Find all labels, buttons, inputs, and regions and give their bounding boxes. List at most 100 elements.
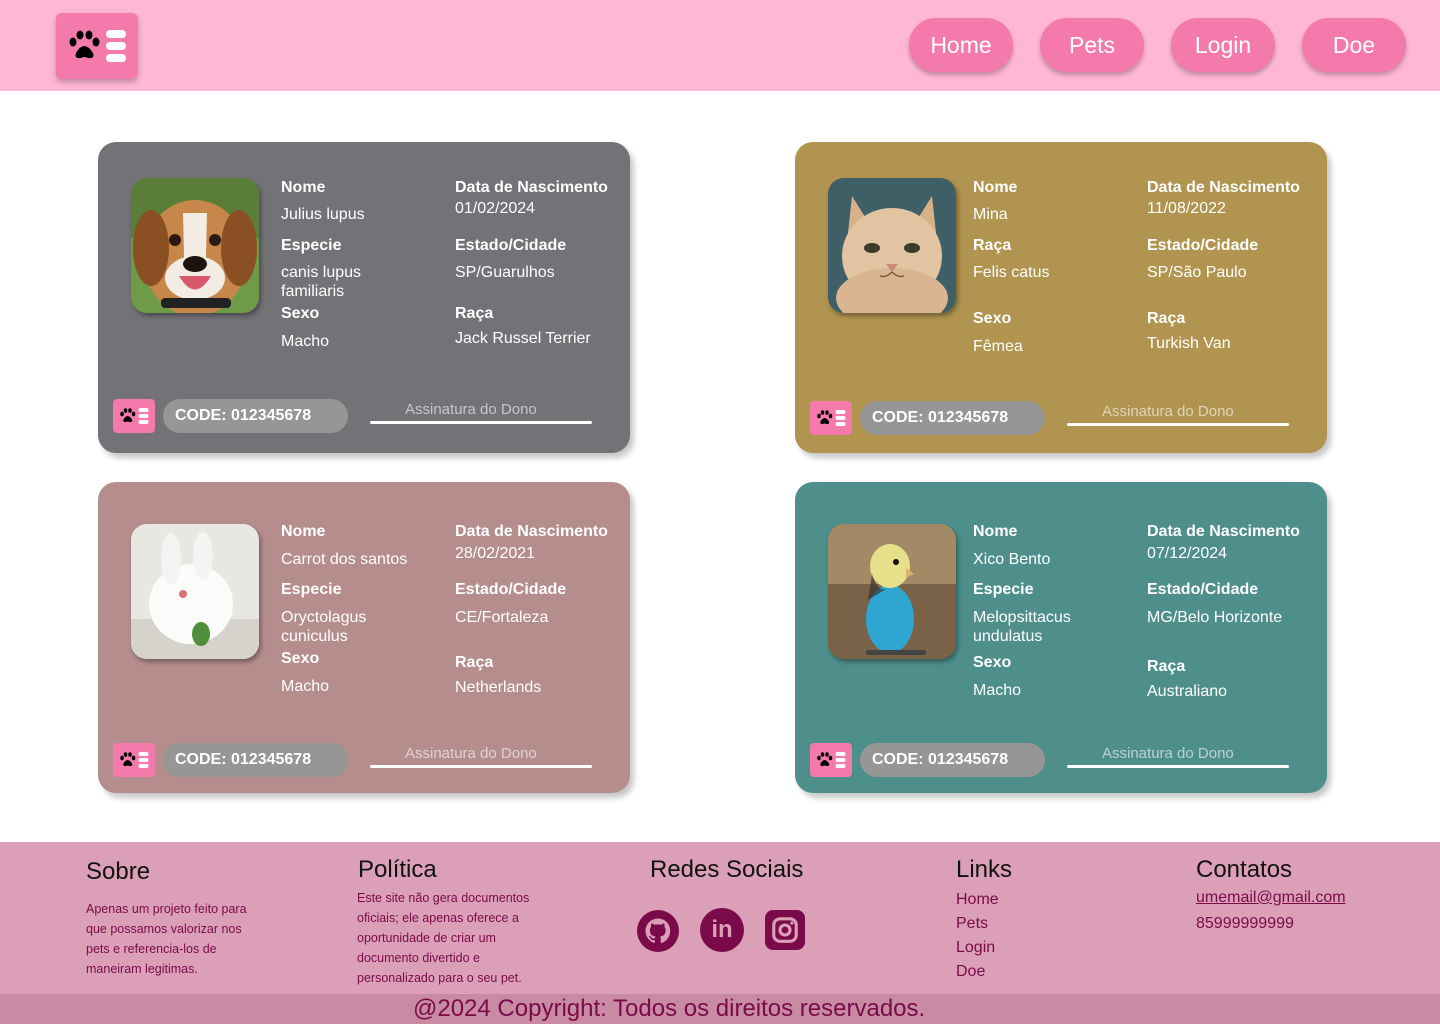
name-label: Nome xyxy=(281,179,326,196)
pet-sex: Macho xyxy=(973,682,1022,699)
pet-birth-date: 01/02/2024 xyxy=(455,200,536,217)
state-label: Estado/Cidade xyxy=(455,581,567,598)
paw-menu-icon xyxy=(817,410,846,426)
pet-breed: Jack Russel Terrier xyxy=(455,330,591,347)
species-label: Raça xyxy=(973,237,1012,254)
breed-label: Raça xyxy=(1147,658,1186,675)
footer-about-title: Sobre xyxy=(86,858,151,885)
card-logo xyxy=(113,743,155,777)
app-logo[interactable] xyxy=(56,13,138,79)
nav-login-button[interactable]: Login xyxy=(1171,18,1275,72)
state-label: Estado/Cidade xyxy=(455,237,567,254)
species-label: Especie xyxy=(973,581,1034,598)
pet-code-badge: CODE: 012345678 xyxy=(860,743,1045,777)
state-label: Estado/Cidade xyxy=(1147,581,1259,598)
paw-menu-icon xyxy=(120,752,149,768)
pet-species: Felis catus xyxy=(973,264,1050,281)
github-icon[interactable] xyxy=(637,910,679,952)
pet-breed: Turkish Van xyxy=(1147,335,1231,352)
owner-signature-label: Assinatura do Dono xyxy=(1102,745,1234,762)
name-label: Nome xyxy=(281,523,326,540)
breed-label: Raça xyxy=(1147,310,1186,327)
owner-signature-line[interactable] xyxy=(370,421,592,424)
pet-sex: Macho xyxy=(281,678,330,695)
footer-link-pets[interactable]: Pets xyxy=(956,915,988,933)
pet-species: Oryctolagus cuniculus xyxy=(281,609,367,645)
pet-photo xyxy=(131,178,259,313)
pet-state-city: CE/Fortaleza xyxy=(455,609,549,626)
instagram-icon[interactable] xyxy=(765,910,805,950)
sex-label: Sexo xyxy=(281,305,320,322)
owner-signature-line[interactable] xyxy=(1067,423,1289,426)
copyright-bar: @2024 Copyright: Todos os direitos reser… xyxy=(0,994,1440,1024)
pet-card: Nome Xico Bento Especie Melopsittacus un… xyxy=(795,482,1327,793)
birth-label: Data de Nascimento xyxy=(1147,179,1300,196)
contact-phone: 85999999999 xyxy=(1196,915,1294,932)
pet-photo xyxy=(131,524,259,659)
pet-state-city: SP/Guarulhos xyxy=(455,264,555,281)
pet-birth-date: 07/12/2024 xyxy=(1147,545,1228,562)
pet-species: Melopsittacus undulatus xyxy=(973,609,1071,645)
pet-code-badge: CODE: 012345678 xyxy=(163,399,348,433)
sex-label: Sexo xyxy=(973,310,1012,327)
birth-label: Data de Nascimento xyxy=(455,523,608,540)
footer-policy-title: Política xyxy=(358,856,437,883)
owner-signature-label: Assinatura do Dono xyxy=(405,745,537,762)
pet-card: Nome Mina Raça Felis catus Sexo Fêmea Da… xyxy=(795,142,1327,453)
pet-breed: Netherlands xyxy=(455,679,542,696)
pet-birth-date: 28/02/2021 xyxy=(455,545,536,562)
pet-sex: Fêmea xyxy=(973,338,1023,355)
sex-label: Sexo xyxy=(281,650,320,667)
pet-sex: Macho xyxy=(281,333,330,350)
footer-link-home[interactable]: Home xyxy=(956,891,999,909)
footer-about-text: Apenas um projeto feito para que possamo… xyxy=(86,902,247,976)
species-label: Especie xyxy=(281,581,342,598)
footer-contacts-title: Contatos xyxy=(1196,856,1293,883)
state-label: Estado/Cidade xyxy=(1147,237,1259,254)
birth-label: Data de Nascimento xyxy=(455,179,608,196)
footer-social-title: Redes Sociais xyxy=(650,856,804,883)
contact-email-link[interactable]: umemail@gmail.com xyxy=(1196,889,1346,907)
pet-state-city: SP/São Paulo xyxy=(1147,264,1247,281)
nav-home-button[interactable]: Home xyxy=(909,18,1013,72)
paw-menu-icon xyxy=(120,408,149,424)
species-label: Especie xyxy=(281,237,342,254)
footer-link-login[interactable]: Login xyxy=(956,939,995,957)
pet-name: Julius lupus xyxy=(281,206,365,223)
linkedin-icon[interactable]: in xyxy=(700,908,744,952)
pet-code-badge: CODE: 012345678 xyxy=(860,401,1045,435)
paw-menu-icon xyxy=(69,30,126,62)
breed-label: Raça xyxy=(455,305,494,322)
name-label: Nome xyxy=(973,523,1018,540)
pet-breed: Australiano xyxy=(1147,683,1228,700)
footer-policy-text: Este site não gera documentos oficiais; … xyxy=(357,891,530,985)
footer: Sobre Apenas um projeto feito para que p… xyxy=(0,842,1440,1024)
pet-state-city: MG/Belo Horizonte xyxy=(1147,609,1283,626)
nav-doe-button[interactable]: Doe xyxy=(1302,18,1406,72)
pet-name: Carrot dos santos xyxy=(281,551,408,568)
owner-signature-line[interactable] xyxy=(1067,765,1289,768)
card-logo xyxy=(113,399,155,433)
pet-card: Nome Carrot dos santos Especie Oryctolag… xyxy=(98,482,630,793)
pet-species: canis lupus familiaris xyxy=(281,264,362,300)
paw-menu-icon xyxy=(817,752,846,768)
owner-signature-line[interactable] xyxy=(370,765,592,768)
card-logo xyxy=(810,743,852,777)
pet-photo xyxy=(828,524,956,659)
pet-card: Nome Julius lupus Especie canis lupus fa… xyxy=(98,142,630,453)
breed-label: Raça xyxy=(455,654,494,671)
pet-code-badge: CODE: 012345678 xyxy=(163,743,348,777)
footer-link-doe[interactable]: Doe xyxy=(956,963,985,981)
sex-label: Sexo xyxy=(973,654,1012,671)
owner-signature-label: Assinatura do Dono xyxy=(405,401,537,418)
birth-label: Data de Nascimento xyxy=(1147,523,1300,540)
pet-name: Mina xyxy=(973,206,1008,223)
card-logo xyxy=(810,401,852,435)
owner-signature-label: Assinatura do Dono xyxy=(1102,403,1234,420)
pet-photo xyxy=(828,178,956,313)
header: Home Pets Login Doe xyxy=(0,0,1440,91)
nav-pets-button[interactable]: Pets xyxy=(1040,18,1144,72)
pet-name: Xico Bento xyxy=(973,551,1051,568)
copyright-text: @2024 Copyright: Todos os direitos reser… xyxy=(413,995,926,1022)
pet-birth-date: 11/08/2022 xyxy=(1147,200,1226,217)
